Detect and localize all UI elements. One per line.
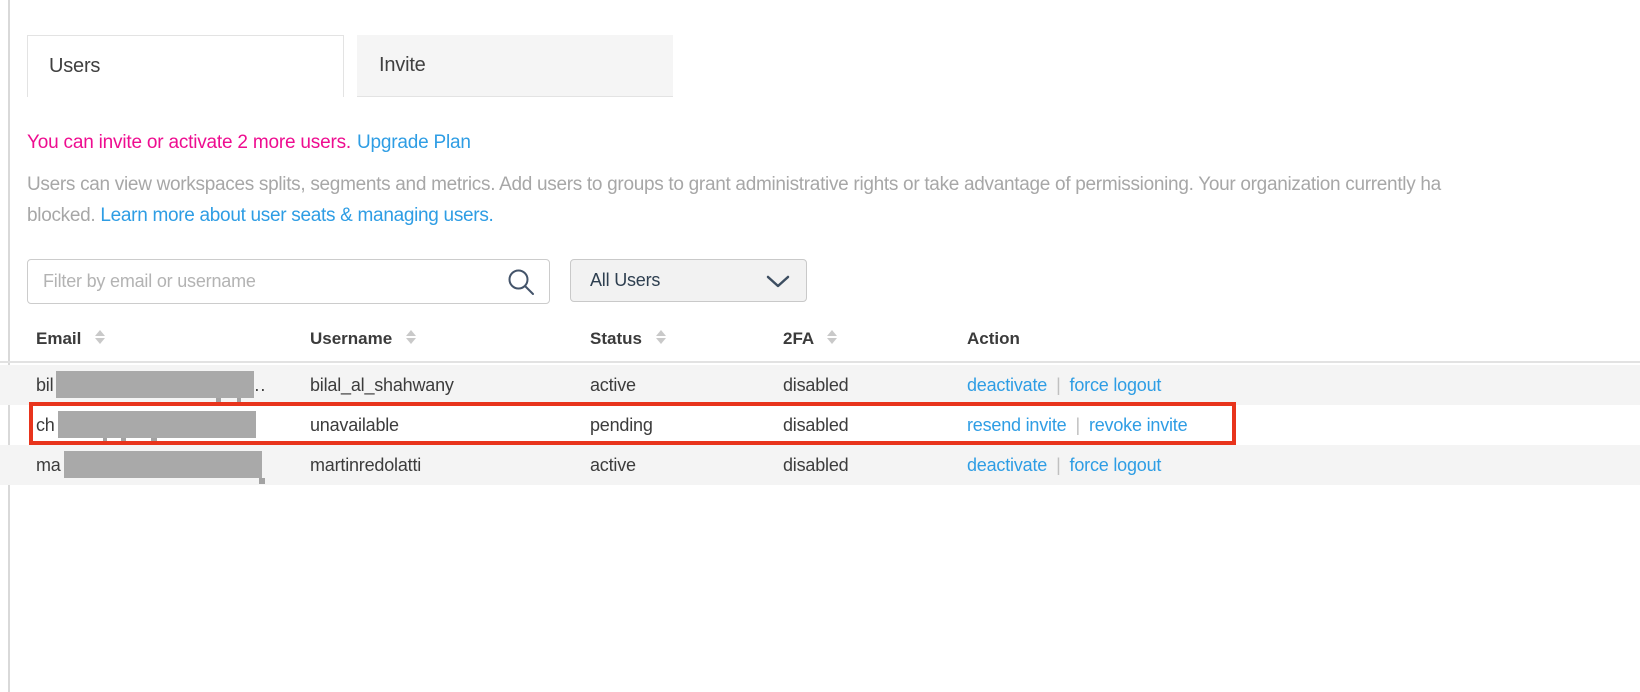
- 2fa-cell: disabled: [783, 445, 848, 485]
- redaction-box: [64, 451, 262, 478]
- deactivate-link[interactable]: deactivate: [967, 455, 1047, 475]
- sort-icon[interactable]: [406, 330, 416, 344]
- filter-input[interactable]: [27, 259, 550, 304]
- column-header-username[interactable]: Username: [310, 313, 416, 363]
- username-cell: bilal_al_shahwany: [310, 365, 454, 405]
- table-row-pending-invite: ch unavailable pending disabled resend i…: [0, 405, 1640, 445]
- description-line-2-text: blocked.: [27, 205, 95, 226]
- action-cell: deactivate | force logout: [967, 445, 1161, 485]
- column-header-action: Action: [967, 313, 1020, 363]
- action-cell: resend invite | revoke invite: [967, 405, 1187, 445]
- sort-icon[interactable]: [95, 330, 105, 344]
- status-cell: active: [590, 365, 636, 405]
- column-header-2fa[interactable]: 2FA: [783, 313, 837, 363]
- table-row-bilal: bil.. bilal_al_shahwany active disabled …: [0, 365, 1640, 405]
- column-header-email[interactable]: Email: [36, 313, 105, 363]
- learn-more-link[interactable]: Learn more about user seats & managing u…: [100, 205, 493, 226]
- email-cell: bil..: [36, 365, 266, 405]
- user-filter-dropdown-value: All Users: [590, 270, 660, 290]
- status-cell: pending: [590, 405, 653, 445]
- revoke-invite-link[interactable]: revoke invite: [1089, 415, 1187, 435]
- email-cell: ch: [36, 405, 256, 445]
- 2fa-cell: disabled: [783, 405, 848, 445]
- chevron-down-icon: [766, 275, 790, 289]
- user-table-body: bil.. bilal_al_shahwany active disabled …: [0, 365, 1640, 485]
- force-logout-link[interactable]: force logout: [1070, 455, 1162, 475]
- users-description: Users can view workspaces splits, segmen…: [27, 169, 1441, 231]
- seat-limit-message: You can invite or activate 2 more users.: [27, 132, 351, 153]
- resend-invite-link[interactable]: resend invite: [967, 415, 1066, 435]
- email-cell: ma: [36, 445, 262, 485]
- action-separator: |: [1056, 455, 1060, 475]
- tab-bar: Users Invite: [27, 35, 673, 97]
- 2fa-cell: disabled: [783, 365, 848, 405]
- description-line-2: blocked.Learn more about user seats & ma…: [27, 200, 1441, 231]
- tab-invite[interactable]: Invite: [357, 35, 673, 97]
- sort-icon[interactable]: [827, 330, 837, 344]
- action-cell: deactivate | force logout: [967, 365, 1161, 405]
- user-filter-dropdown[interactable]: All Users: [570, 259, 807, 302]
- sort-icon[interactable]: [656, 330, 666, 344]
- redaction-box: [58, 411, 256, 438]
- table-row-martin: ma martinredolatti active disabled deact…: [0, 445, 1640, 485]
- seat-limit-banner: You can invite or activate 2 more users.…: [27, 132, 471, 154]
- description-line-1: Users can view workspaces splits, segmen…: [27, 169, 1441, 200]
- upgrade-plan-link[interactable]: Upgrade Plan: [357, 132, 471, 153]
- deactivate-link[interactable]: deactivate: [967, 375, 1047, 395]
- search-icon: [506, 267, 536, 297]
- action-separator: |: [1056, 375, 1060, 395]
- username-cell: unavailable: [310, 405, 399, 445]
- column-header-status[interactable]: Status: [590, 313, 666, 363]
- action-separator: |: [1075, 415, 1079, 435]
- status-cell: active: [590, 445, 636, 485]
- table-header: Email Username Status 2FA Action: [0, 313, 1640, 363]
- filter-field-wrap: [27, 259, 550, 304]
- username-cell: martinredolatti: [310, 445, 421, 485]
- force-logout-link[interactable]: force logout: [1070, 375, 1162, 395]
- tab-users[interactable]: Users: [27, 35, 344, 97]
- redaction-box: [56, 371, 254, 398]
